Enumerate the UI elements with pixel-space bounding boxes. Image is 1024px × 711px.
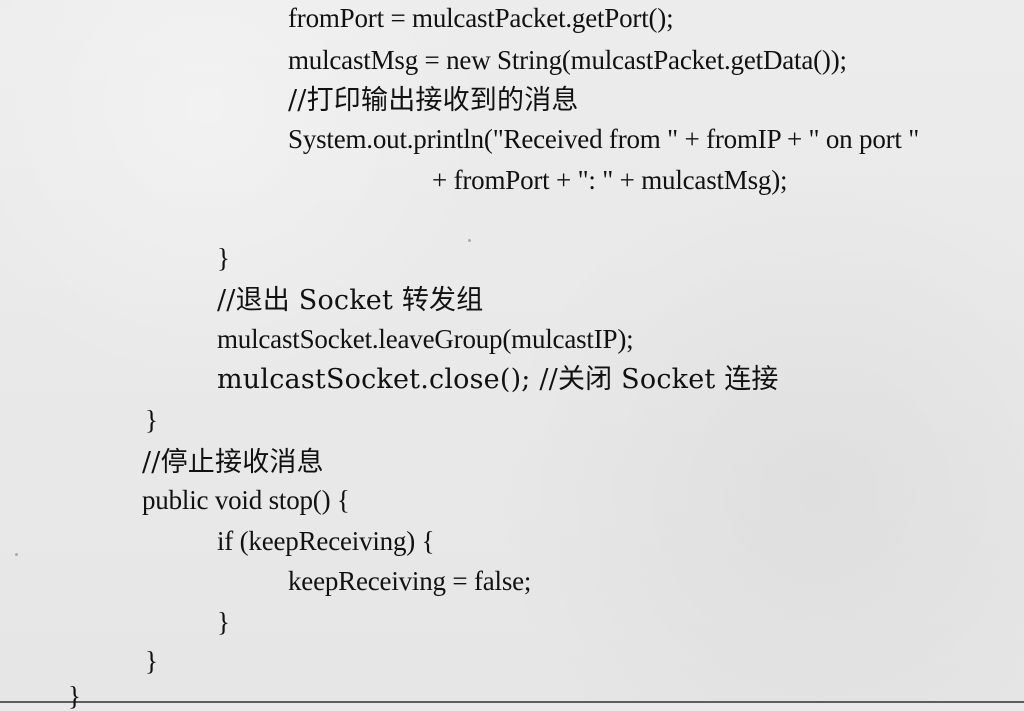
code-line-5: + fromPort + ": " + mulcastMsg); bbox=[432, 165, 788, 195]
document-page: fromPort = mulcastPacket.getPort(); mulc… bbox=[0, 0, 1024, 710]
code-closing-brace-4: } bbox=[145, 646, 158, 676]
code-comment-print-message: //打印输出接收到的消息 bbox=[288, 85, 579, 116]
code-line-leave-group: mulcastSocket.leaveGroup(mulcastIP); bbox=[217, 324, 634, 354]
code-closing-brace-2: } bbox=[145, 405, 158, 435]
code-line-2: mulcastMsg = new String(mulcastPacket.ge… bbox=[288, 45, 847, 75]
code-set-keep-receiving-false: keepReceiving = false; bbox=[288, 566, 532, 596]
code-comment-exit-group: //退出 Socket 转发组 bbox=[217, 285, 484, 316]
code-comment-stop-receiving: //停止接收消息 bbox=[142, 447, 324, 478]
code-line-4: System.out.println("Received from " + fr… bbox=[288, 124, 920, 154]
code-listing: fromPort = mulcastPacket.getPort(); mulc… bbox=[0, 0, 1024, 710]
code-closing-brace-1: } bbox=[217, 243, 230, 273]
code-closing-brace-5: } bbox=[68, 681, 81, 711]
scan-speck bbox=[468, 239, 471, 242]
code-closing-brace-3: } bbox=[217, 607, 230, 637]
code-line-close-socket: mulcastSocket.close(); //关闭 Socket 连接 bbox=[217, 364, 779, 395]
code-method-stop: public void stop() { bbox=[142, 485, 350, 515]
code-if-keep-receiving: if (keepReceiving) { bbox=[217, 526, 435, 556]
scan-speck bbox=[15, 553, 18, 556]
code-line-1: fromPort = mulcastPacket.getPort(); bbox=[288, 3, 674, 33]
